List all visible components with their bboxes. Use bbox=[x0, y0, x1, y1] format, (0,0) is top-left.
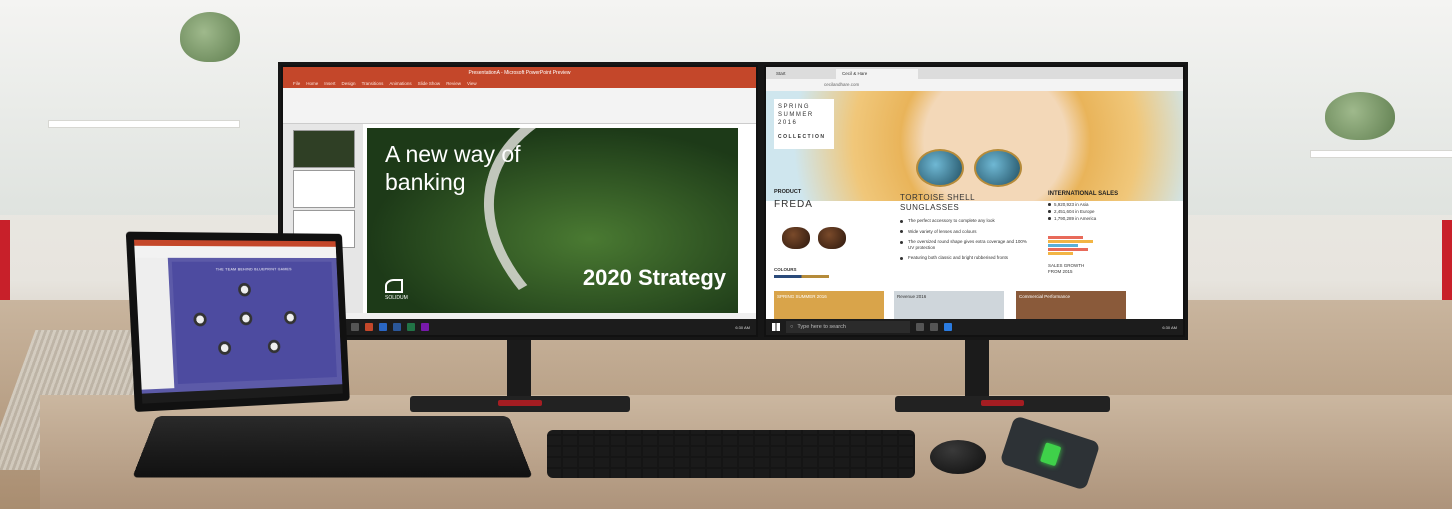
outlook-icon[interactable] bbox=[379, 323, 387, 331]
list-item: The oversized round shape gives extra co… bbox=[900, 239, 1030, 250]
keyboard bbox=[547, 430, 915, 478]
onenote-icon[interactable] bbox=[421, 323, 429, 331]
powerpoint-window: PresentationA - Microsoft PowerPoint Pre… bbox=[283, 67, 756, 335]
avatar bbox=[238, 283, 251, 297]
taskbar-left: 6:30 AM bbox=[283, 319, 756, 335]
address-bar[interactable]: cecilandhare.com bbox=[766, 79, 1183, 91]
plant-left bbox=[180, 12, 240, 62]
feature-list: The perfect accessory to complete any lo… bbox=[900, 218, 1030, 266]
left-monitor: PresentationA - Microsoft PowerPoint Pre… bbox=[278, 62, 761, 340]
laptop-display: THE TEAM BEHIND BLUEPRINT GAMES bbox=[134, 240, 343, 404]
battery-icon bbox=[1040, 442, 1061, 466]
promo-card[interactable]: SPRING SUMMER 2016 bbox=[774, 291, 884, 319]
colours-label: COLOURS bbox=[774, 267, 797, 272]
laptop-ribbon bbox=[134, 240, 336, 258]
promo-card[interactable]: Revenue 2016 bbox=[894, 291, 1004, 319]
clock[interactable]: 6:30 AM bbox=[735, 325, 750, 330]
laptop-slide-title: THE TEAM BEHIND BLUEPRINT GAMES bbox=[172, 266, 332, 271]
right-shelf bbox=[1310, 150, 1452, 158]
product-title: TORTOISE SHELL SUNGLASSES bbox=[900, 193, 1000, 213]
sales-growth-label: SALES GROWTH FROM 2015 bbox=[1048, 263, 1098, 274]
product-name: FREDA bbox=[774, 199, 813, 210]
store-icon[interactable] bbox=[351, 323, 359, 331]
avatar bbox=[239, 312, 252, 326]
promo-card[interactable]: Commercial Performance bbox=[1016, 291, 1126, 319]
avatar bbox=[284, 311, 297, 324]
slide-subtitle: 2020 Strategy bbox=[583, 265, 726, 291]
list-item: Featuring both classic and bright rubber… bbox=[900, 255, 1030, 261]
right-monitor-stand bbox=[965, 338, 989, 403]
tab-cecil-hare[interactable]: Cecil & Hare bbox=[836, 69, 918, 79]
sales-title: INTERNATIONAL SALES bbox=[1048, 191, 1118, 197]
sales-bar-graphic bbox=[1048, 236, 1098, 258]
mouse bbox=[930, 440, 986, 474]
tab-home[interactable]: Home bbox=[306, 79, 318, 88]
word-icon[interactable] bbox=[393, 323, 401, 331]
ribbon-tabs: File Home Insert Design Transitions Anim… bbox=[283, 79, 756, 88]
slide-thumb[interactable] bbox=[293, 170, 355, 208]
browser-window: Start Cecil & Hare cecilandhare.com SPRI… bbox=[766, 67, 1183, 335]
console-shelf bbox=[48, 120, 240, 128]
plant-right bbox=[1325, 92, 1395, 140]
list-item: 2,451,604 in Europe bbox=[1048, 208, 1096, 215]
slide-thumb[interactable] bbox=[293, 130, 355, 168]
avatar bbox=[193, 313, 207, 327]
collection-badge: SPRING SUMMER 2016 COLLECTION bbox=[774, 99, 834, 149]
model-sunglasses bbox=[916, 145, 1026, 179]
workspace-scene: PresentationA - Microsoft PowerPoint Pre… bbox=[0, 0, 1452, 509]
window-title: PresentationA - Microsoft PowerPoint Pre… bbox=[283, 67, 756, 79]
avatar bbox=[268, 340, 281, 354]
promo-cards: SPRING SUMMER 2016 Revenue 2016 Commerci… bbox=[766, 291, 1183, 319]
tab-file[interactable]: File bbox=[293, 79, 300, 88]
left-monitor-base bbox=[410, 396, 630, 412]
tab-review[interactable]: Review bbox=[446, 79, 461, 88]
laptop-keyboard-deck bbox=[132, 416, 533, 478]
laptop-thumbnails bbox=[135, 258, 174, 390]
tab-animations[interactable]: Animations bbox=[389, 79, 411, 88]
avatar bbox=[218, 341, 231, 355]
tab-start[interactable]: Start bbox=[770, 69, 792, 79]
product-label: PRODUCT bbox=[774, 189, 801, 195]
powerpoint-icon[interactable] bbox=[365, 323, 373, 331]
list-item: 1,790,289 in America bbox=[1048, 215, 1096, 222]
solidum-logo: SOLIDUM bbox=[385, 279, 408, 301]
right-monitor: Start Cecil & Hare cecilandhare.com SPRI… bbox=[761, 62, 1188, 340]
left-monitor-stand bbox=[507, 338, 531, 403]
tab-slide-show[interactable]: Slide Show bbox=[418, 79, 441, 88]
edge-icon[interactable] bbox=[944, 323, 952, 331]
search-icon: ○ bbox=[790, 324, 793, 330]
tab-transitions[interactable]: Transitions bbox=[362, 79, 384, 88]
tab-design[interactable]: Design bbox=[342, 79, 356, 88]
windows-start-icon[interactable] bbox=[772, 323, 780, 331]
task-view-icon[interactable] bbox=[930, 323, 938, 331]
excel-icon[interactable] bbox=[407, 323, 415, 331]
product-sunglasses-image[interactable] bbox=[780, 221, 850, 255]
taskbar-right: ○ Type here to search 6:30 AM bbox=[766, 319, 1183, 335]
list-item: Wide variety of lenses and colours bbox=[900, 229, 1030, 235]
web-page: SPRING SUMMER 2016 COLLECTION PRODUCT FR… bbox=[766, 91, 1183, 319]
tab-insert[interactable]: Insert bbox=[324, 79, 335, 88]
laptop: THE TEAM BEHIND BLUEPRINT GAMES bbox=[126, 232, 350, 412]
search-input[interactable]: ○ Type here to search bbox=[786, 321, 910, 333]
list-item: 5,920,923 in Asia bbox=[1048, 201, 1096, 208]
microphone-icon[interactable] bbox=[916, 323, 924, 331]
list-item: The perfect accessory to complete any lo… bbox=[900, 218, 1030, 224]
hero-image: SPRING SUMMER 2016 COLLECTION bbox=[766, 91, 1183, 201]
slide-title: A new way of banking bbox=[385, 140, 545, 196]
right-monitor-base bbox=[895, 396, 1110, 412]
colour-swatches[interactable] bbox=[774, 275, 829, 278]
ribbon-toolbar[interactable] bbox=[283, 88, 756, 124]
laptop-slide: THE TEAM BEHIND BLUEPRINT GAMES bbox=[172, 262, 337, 384]
clock[interactable]: 6:30 AM bbox=[1162, 325, 1177, 330]
tab-view[interactable]: View bbox=[467, 79, 477, 88]
slide-canvas[interactable]: A new way of banking 2020 Strategy SOLID… bbox=[367, 128, 738, 313]
browser-tabs: Start Cecil & Hare bbox=[766, 67, 1183, 79]
sales-list: 5,920,923 in Asia 2,451,604 in Europe 1,… bbox=[1048, 201, 1096, 222]
